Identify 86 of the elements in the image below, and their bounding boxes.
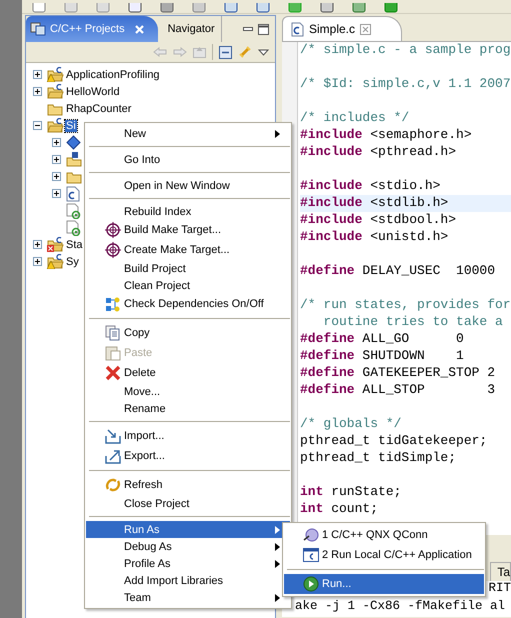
code-line: /* run states, provides for [300, 297, 511, 314]
view-tab[interactable]: C/C++ Projects [26, 16, 158, 42]
c-app-icon [303, 547, 319, 563]
menu-item[interactable]: Copy [86, 323, 290, 343]
tree-item[interactable]: ApplicationProfiling [65, 68, 161, 80]
code-line: routine tries to take a [322, 314, 503, 331]
code-line: /* $Id: simple.c,v 1.1 2007 [300, 76, 511, 93]
menu-item[interactable]: Clean Project [86, 277, 290, 294]
code-line: #include <unistd.h> [300, 229, 448, 246]
expand-icon[interactable] [33, 70, 42, 79]
project-folder-icon [47, 84, 64, 99]
menu-item[interactable]: New [86, 125, 290, 142]
menu-item[interactable]: Build Project [86, 260, 290, 277]
code-line: #include <pthread.h> [300, 144, 456, 161]
menu-item[interactable]: Import... [86, 426, 290, 446]
export-icon [105, 448, 121, 464]
menu-item[interactable]: Refresh [86, 475, 290, 495]
warning-icon [47, 74, 55, 82]
connection-icon [303, 527, 319, 543]
code-line: #include <stdbool.h> [300, 212, 456, 229]
view-tab[interactable]: Navigator [158, 16, 222, 42]
paste-icon [105, 345, 121, 361]
target-file-icon [66, 202, 82, 218]
code-line: pthread_t tidSimple; [300, 450, 456, 467]
menu-item[interactable]: Close Project [86, 495, 290, 512]
menu-item[interactable]: Rename [86, 400, 290, 417]
menu-item[interactable]: Open in New Window [86, 177, 290, 194]
target-icon [105, 242, 121, 258]
menu-item[interactable]: Build Make Target... [86, 220, 290, 240]
expand-icon[interactable] [52, 138, 61, 147]
tree-item[interactable]: Sy [65, 256, 80, 268]
import-icon [105, 428, 121, 444]
menu-item[interactable]: Rebuild Index [86, 203, 290, 220]
expand-icon[interactable] [33, 87, 42, 96]
minimize-icon[interactable] [243, 27, 253, 31]
dependencies-icon [105, 296, 121, 312]
target-file-icon [66, 220, 82, 236]
editor-tab[interactable]: Simple.c [282, 16, 402, 41]
console-line: ake -j 1 -Cx86 -fMakefile al [295, 599, 506, 615]
tree-item[interactable]: Sta [65, 238, 84, 250]
expand-icon[interactable] [52, 172, 61, 181]
code-line: /* globals */ [300, 416, 402, 433]
menu-item[interactable]: Go Into [86, 151, 290, 168]
code-line: #define ALL_STOP 3 [300, 382, 496, 399]
code-line: #include <stdlib.h> [300, 195, 448, 212]
code-line: #define ALL_GO 0 [300, 331, 464, 348]
error-icon [47, 245, 54, 252]
tree-item[interactable]: HelloWorld [65, 86, 121, 98]
menu-item[interactable]: Export... [86, 446, 290, 466]
code-line: pthread_t tidGatekeeper; [300, 433, 488, 450]
code-line: #define GATEKEEPER_STOP 2 [300, 365, 496, 382]
console-line: RIT [488, 581, 511, 597]
expand-icon[interactable] [52, 155, 61, 164]
expand-icon[interactable] [33, 240, 42, 249]
code-line: #include <stdio.h> [300, 178, 440, 195]
code-line: #define DELAY_USEC 10000 [300, 263, 496, 280]
menu-item[interactable]: Move... [86, 383, 290, 400]
maximize-icon[interactable] [258, 24, 269, 34]
menu-item[interactable]: Delete [86, 363, 290, 383]
diamond-icon [66, 135, 81, 150]
menu-item[interactable]: Run As [86, 521, 290, 538]
expand-icon[interactable] [33, 257, 42, 266]
collapse-all-icon[interactable] [219, 46, 232, 58]
warning-icon [47, 261, 55, 269]
folder-icon [66, 152, 83, 167]
target-icon [105, 222, 121, 238]
copy-icon [105, 325, 121, 341]
tree-item[interactable]: RhapCounter [65, 102, 132, 114]
projects-icon [30, 22, 46, 36]
code-line: #define SHUTDOWN 1 [300, 348, 464, 365]
tree-item[interactable]: Si [65, 120, 77, 132]
menu-item[interactable]: 2 Run Local C/C++ Application [284, 545, 484, 565]
code-line: /* includes */ [300, 110, 410, 127]
delete-icon [105, 365, 121, 381]
code-line: int count; [300, 501, 378, 518]
code-line: int runState; [300, 484, 402, 501]
view-menu-icon[interactable] [258, 48, 269, 56]
code-line: /* simple.c - a sample prog [300, 42, 511, 59]
menu-item[interactable]: Create Make Target... [86, 240, 290, 260]
project-folder-icon [47, 118, 64, 133]
expand-icon[interactable] [52, 189, 61, 198]
collapse-icon[interactable] [33, 121, 42, 130]
close-icon[interactable] [360, 24, 372, 34]
code-line: #include <semaphore.h> [300, 127, 472, 144]
menu-item[interactable]: Check Dependencies On/Off [86, 294, 290, 314]
menu-item[interactable]: Run... [284, 574, 484, 594]
